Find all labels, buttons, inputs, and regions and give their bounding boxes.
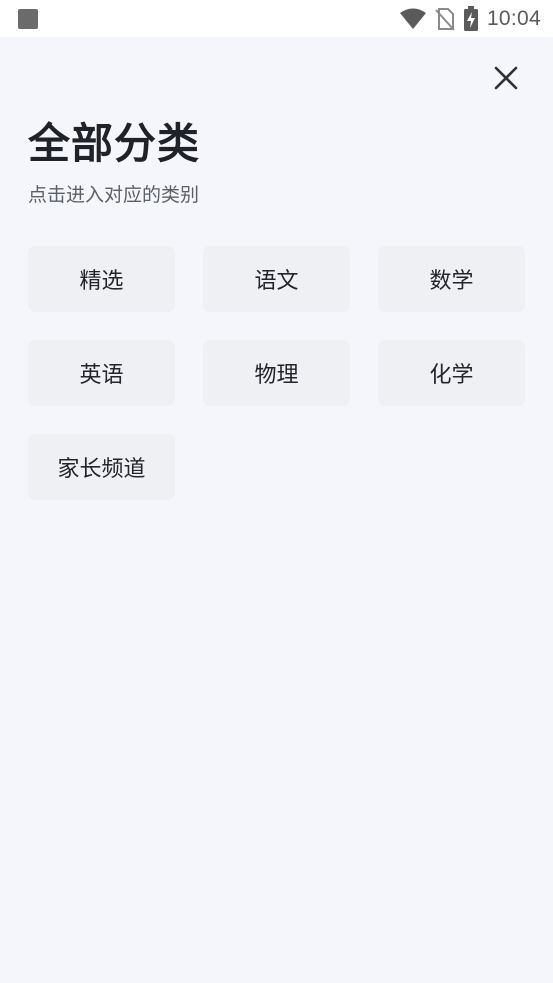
page-subtitle: 点击进入对应的类别 <box>28 184 200 206</box>
category-button-math[interactable]: 数学 <box>378 246 525 312</box>
category-button-physics[interactable]: 物理 <box>203 340 350 406</box>
no-sim-icon <box>435 7 455 31</box>
close-icon[interactable] <box>493 65 519 91</box>
category-button-featured[interactable]: 精选 <box>28 246 175 312</box>
category-button-english[interactable]: 英语 <box>28 340 175 406</box>
category-grid: 精选 语文 数学 英语 物理 化学 家长频道 <box>28 246 525 500</box>
wifi-icon <box>399 8 427 30</box>
notification-square-icon <box>18 9 38 29</box>
page-title: 全部分类 <box>28 119 201 168</box>
status-time: 10:04 <box>486 7 541 30</box>
status-icons: 10:04 <box>391 6 541 32</box>
category-button-chinese[interactable]: 语文 <box>203 246 350 312</box>
category-button-chemistry[interactable]: 化学 <box>378 340 525 406</box>
close-button[interactable] <box>488 60 524 96</box>
category-button-parent-channel[interactable]: 家长频道 <box>28 434 175 500</box>
battery-charging-icon <box>463 6 479 32</box>
status-bar: 10:04 <box>0 0 553 37</box>
